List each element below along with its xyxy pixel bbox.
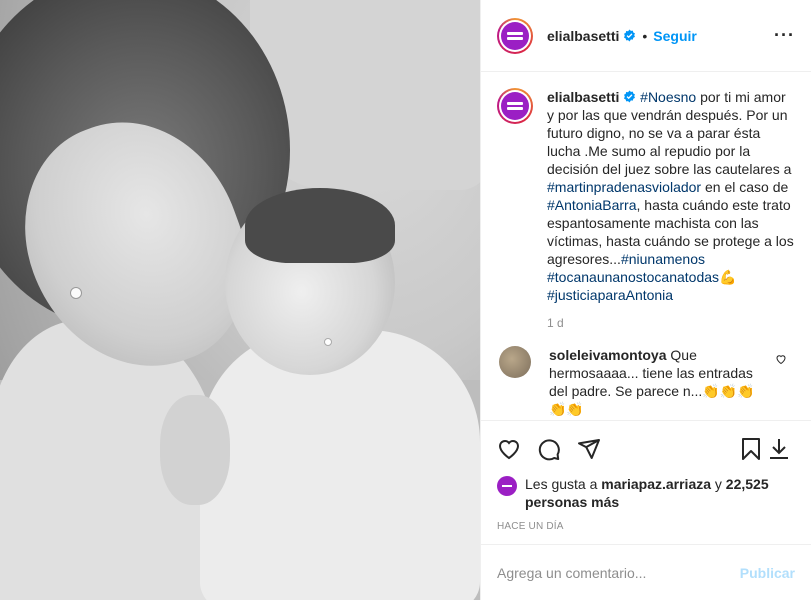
avatar-logo [507, 101, 523, 111]
commenter-username[interactable]: soleleivamontoya [549, 347, 667, 363]
save-download-icon[interactable] [767, 437, 791, 461]
caption-avatar[interactable] [497, 88, 533, 124]
publish-button[interactable]: Publicar [740, 565, 795, 581]
avatar-logo-line [507, 102, 523, 105]
author-username[interactable]: elialbasetti [547, 28, 619, 44]
comments-section: elialbasetti #Noesno por ti mi amor y po… [481, 72, 811, 420]
caption-text: elialbasetti #Noesno por ti mi amor y po… [547, 88, 795, 304]
hashtag-link[interactable]: #Noesno [640, 89, 696, 105]
follow-button[interactable]: Seguir [653, 28, 697, 44]
caption-segment: en el caso de [701, 179, 789, 195]
instagram-post: elialbasetti • Seguir ··· elialbasetti #… [0, 0, 811, 600]
heart-icon[interactable] [497, 437, 521, 461]
caption: elialbasetti #Noesno por ti mi amor y po… [497, 88, 795, 304]
liker-avatar[interactable] [497, 476, 517, 496]
small-heart-icon[interactable] [775, 352, 787, 365]
liker-username[interactable]: mariapaz.arriaza [601, 476, 711, 492]
post-photo[interactable] [0, 0, 480, 600]
photo-baby-hair [245, 188, 395, 263]
hashtag-link[interactable]: #martinpradenasviolador [547, 179, 701, 195]
post-header: elialbasetti • Seguir ··· [481, 0, 811, 72]
avatar-logo-line [507, 31, 523, 35]
flexed-biceps-icon: 💪 [719, 269, 737, 285]
post-timestamp[interactable]: HACE UN DÍA [497, 521, 795, 532]
comment-icon[interactable] [537, 437, 561, 461]
hashtag-link[interactable]: #AntoniaBarra [547, 197, 637, 213]
photo-earring [70, 287, 82, 299]
comment-item: soleleivamontoya Que hermosaaaa... tiene… [497, 346, 795, 418]
avatar-logo-line [507, 107, 523, 110]
photo-hand [160, 395, 230, 505]
post-sidebar: elialbasetti • Seguir ··· elialbasetti #… [480, 0, 811, 600]
photo-baby-earring [324, 338, 332, 346]
share-icon[interactable] [577, 437, 601, 461]
hashtag-link[interactable]: #tocanaunanostocanatodas [547, 269, 719, 285]
avatar-border [499, 90, 531, 122]
likes-text: Les gusta a mariapaz.arriaza y 22,525 pe… [525, 475, 795, 511]
verified-icon [623, 29, 636, 42]
separator-dot: • [642, 27, 648, 44]
caption-username[interactable]: elialbasetti [547, 89, 619, 105]
avatar-logo [507, 31, 523, 41]
comment-text: soleleivamontoya Que hermosaaaa... tiene… [549, 346, 769, 418]
photo-baby-onesie [200, 330, 480, 600]
comment-input[interactable] [497, 564, 740, 581]
likes-prefix: Les gusta a [525, 476, 602, 492]
bookmark-icon[interactable] [739, 437, 763, 461]
author-avatar[interactable] [497, 17, 533, 54]
liker-avatar-logo [502, 485, 512, 487]
hashtag-link[interactable]: #justiciaparaAntonia [547, 287, 673, 303]
avatar-logo-line [507, 36, 523, 40]
avatar-image [501, 92, 529, 120]
commenter-avatar[interactable] [499, 346, 531, 378]
avatar-border [499, 19, 531, 52]
add-comment-bar: Publicar [481, 544, 811, 600]
hashtag-link[interactable]: #niunamenos [621, 251, 705, 267]
likes-summary: Les gusta a mariapaz.arriaza y 22,525 pe… [497, 475, 795, 511]
avatar-image [501, 21, 529, 50]
caption-time[interactable]: 1 d [547, 316, 795, 330]
action-icons [497, 429, 795, 469]
action-icons-right [739, 437, 795, 461]
actions-section: Les gusta a mariapaz.arriaza y 22,525 pe… [481, 420, 811, 544]
likes-mid: y [711, 476, 726, 492]
more-options-icon[interactable]: ··· [774, 25, 795, 46]
verified-icon [624, 90, 636, 103]
